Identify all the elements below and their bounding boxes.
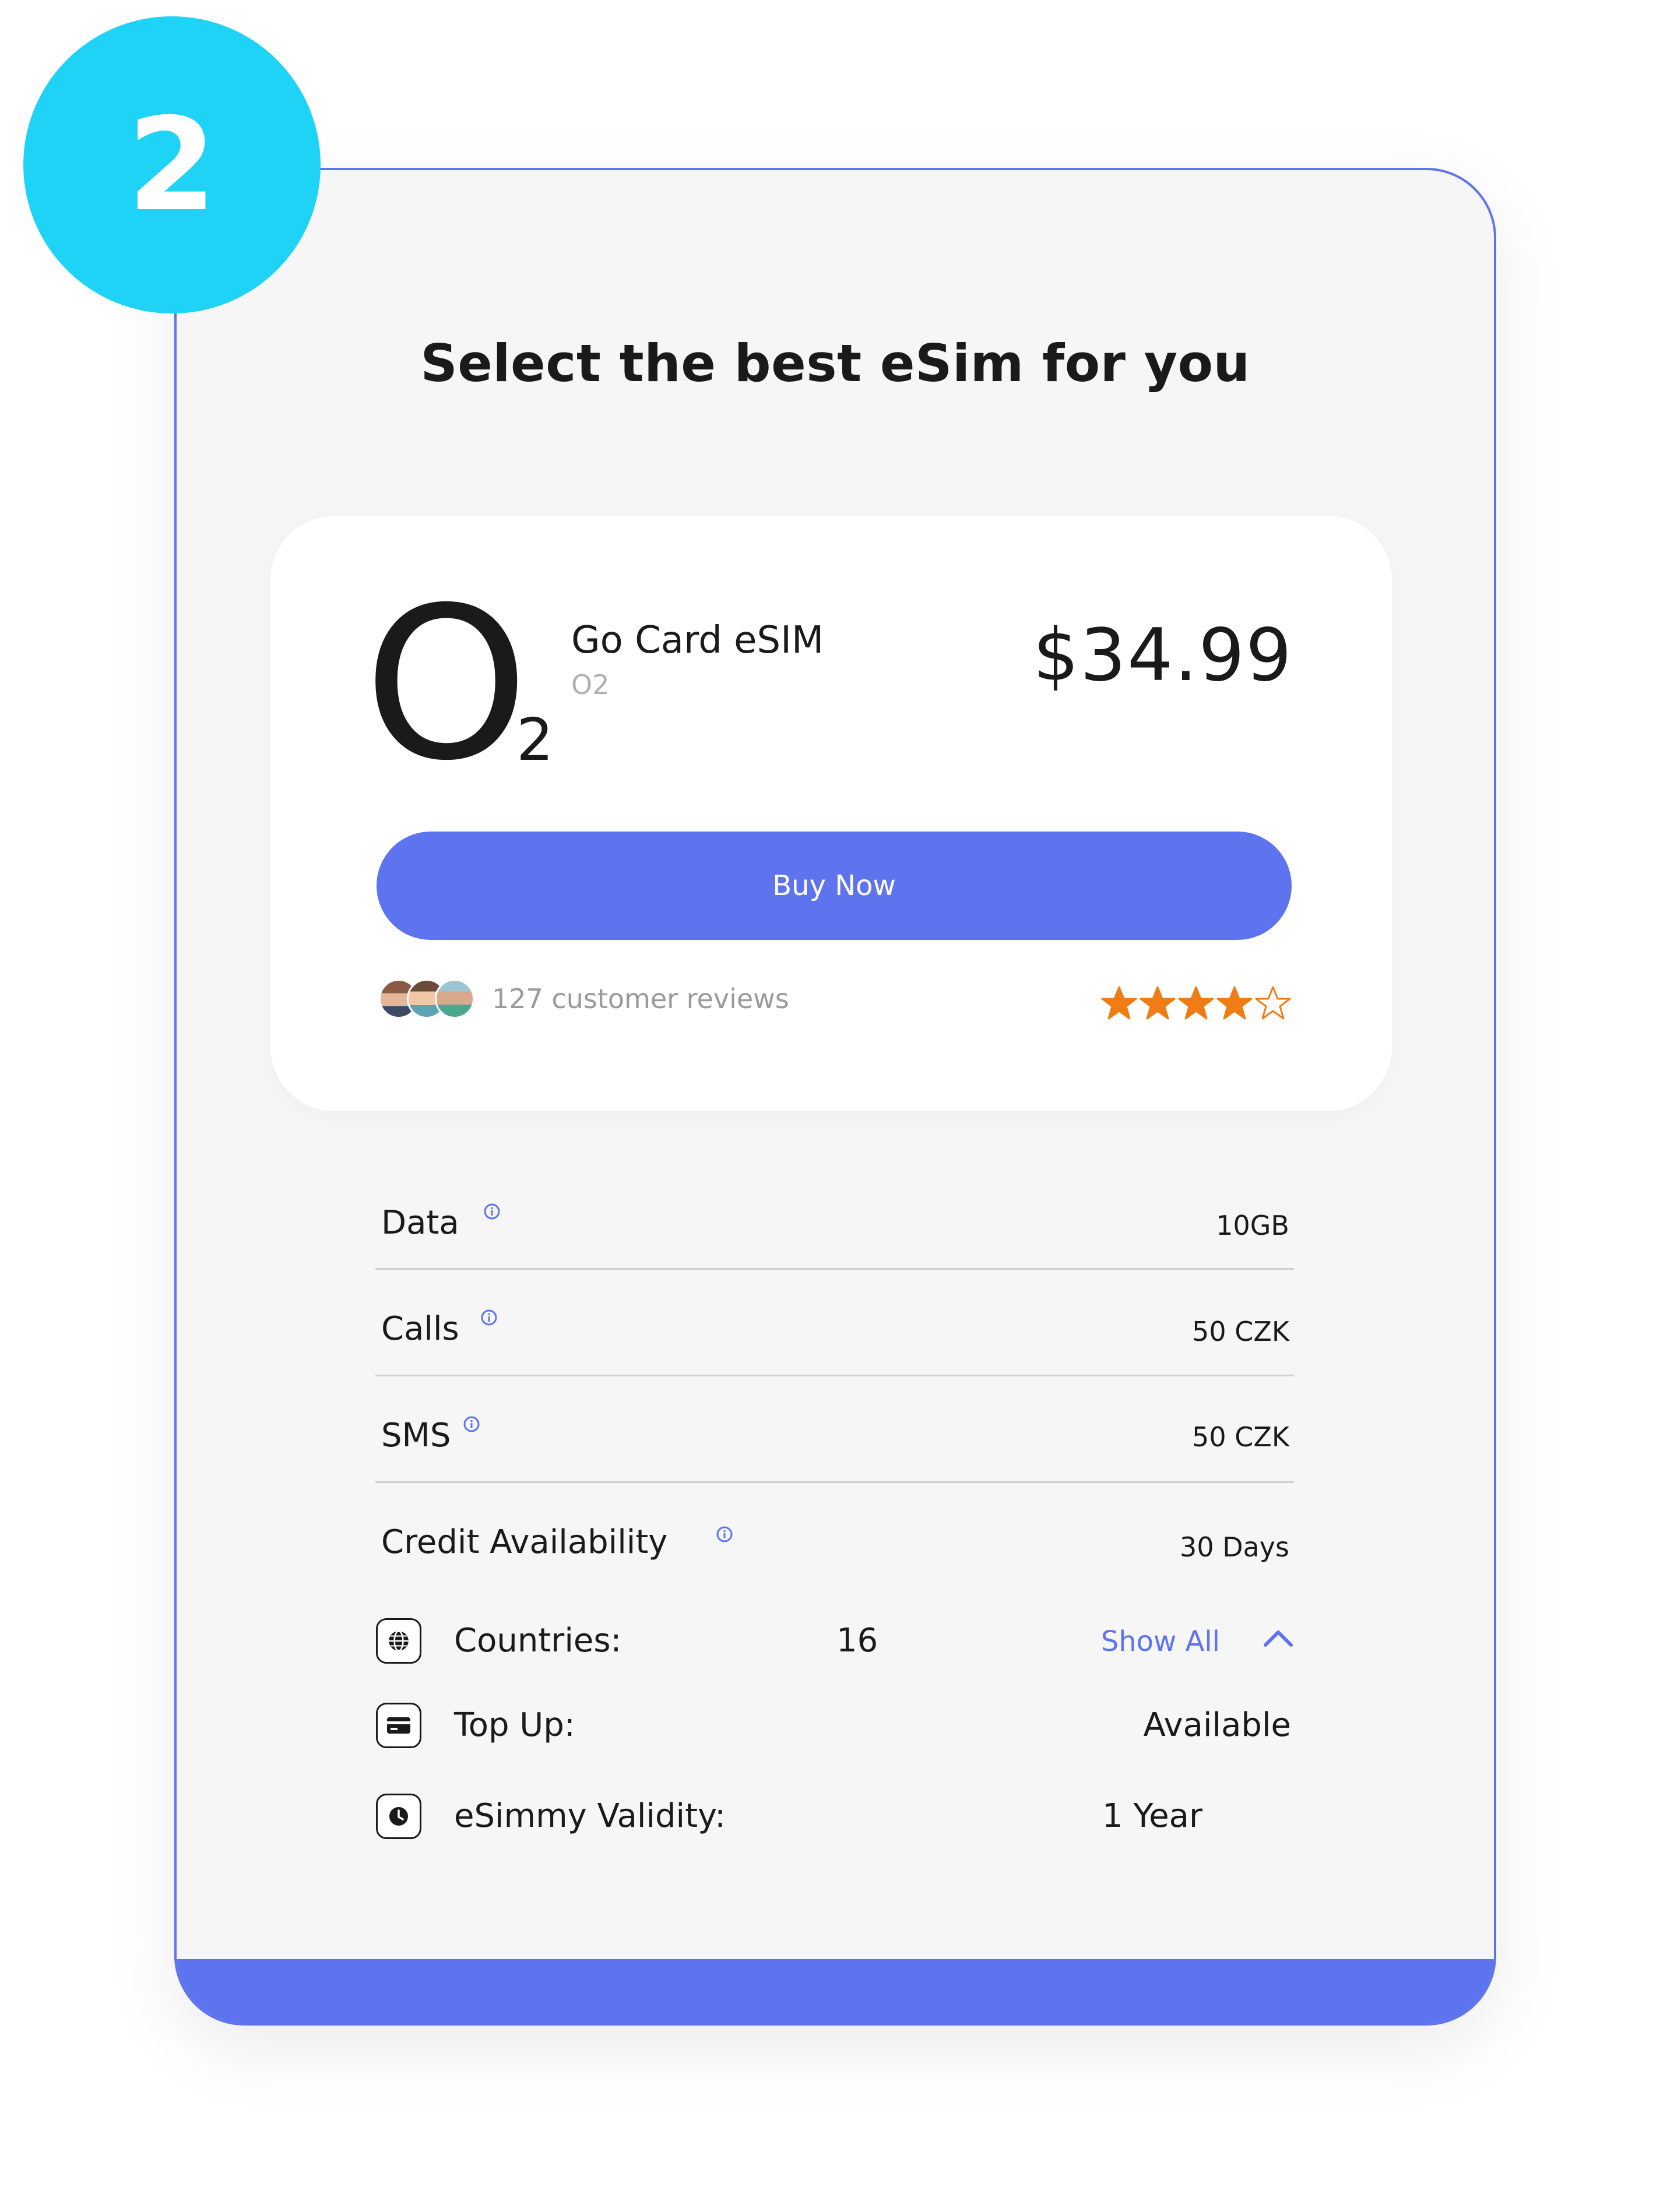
info-icon[interactable]: [463, 1415, 480, 1433]
feature-row-countries: Countries: 16 Show All: [376, 1618, 1295, 1676]
step-badge: 2: [23, 16, 321, 314]
carrier-logo: O 2: [364, 580, 574, 790]
star-filled-icon: [1216, 986, 1253, 1020]
esim-selection-panel: Select the best eSim for you O 2 Go Card…: [174, 168, 1496, 2026]
globe-icon: [376, 1618, 421, 1664]
buy-now-button[interactable]: Buy Now: [377, 832, 1292, 940]
plan-name: Go Card eSIM: [571, 619, 824, 662]
panel-footer-bar: [177, 1959, 1494, 2023]
info-icon[interactable]: [483, 1203, 501, 1220]
countries-count: 16: [836, 1622, 878, 1660]
carrier-logo-subscript: 2: [516, 706, 554, 774]
avatar: [435, 979, 474, 1019]
rating-stars: [1100, 985, 1292, 1022]
info-icon[interactable]: [480, 1309, 498, 1326]
clock-icon: [376, 1794, 421, 1839]
spec-row-data: Data 10GB: [375, 1181, 1294, 1270]
spec-label: SMS: [381, 1417, 451, 1454]
plan-price: $34.99: [1033, 614, 1293, 698]
spec-row-sms: SMS 50 CZK: [375, 1375, 1294, 1483]
reviews-count: 127 customer reviews: [492, 983, 789, 1015]
carrier-logo-letter: O: [364, 562, 529, 806]
spec-value: 50 CZK: [1192, 1421, 1289, 1453]
offer-card: O 2 Go Card eSIM O2 $34.99 Buy Now 127 c…: [270, 516, 1392, 1111]
feature-row-validity: eSimmy Validity: 1 Year: [376, 1794, 1295, 1852]
chevron-up-icon[interactable]: [1262, 1626, 1295, 1650]
reviewer-avatars: [379, 979, 484, 1019]
spec-label: Credit Availability: [381, 1523, 668, 1561]
validity-label: eSimmy Validity:: [454, 1797, 726, 1835]
spec-label: Calls: [381, 1310, 459, 1348]
star-empty-icon: [1255, 986, 1291, 1020]
spec-value: 10GB: [1216, 1210, 1289, 1241]
spec-row-credit-availability: Credit Availability 30 Days: [375, 1481, 1294, 1575]
page-title: Select the best eSim for you: [420, 333, 1250, 393]
star-filled-icon: [1140, 986, 1176, 1020]
star-filled-icon: [1178, 986, 1214, 1020]
step-number: 2: [127, 90, 217, 239]
spec-value: 30 Days: [1180, 1531, 1289, 1563]
spec-value: 50 CZK: [1192, 1316, 1289, 1347]
spec-label: Data: [381, 1204, 459, 1242]
countries-label: Countries:: [454, 1622, 622, 1660]
top-up-value: Available: [1143, 1706, 1291, 1744]
plan-provider: O2: [571, 669, 610, 700]
validity-value: 1 Year: [1102, 1797, 1202, 1835]
spec-row-calls: Calls 50 CZK: [375, 1268, 1294, 1376]
credit-card-icon: [376, 1703, 421, 1748]
feature-row-top-up: Top Up: Available: [376, 1703, 1295, 1761]
info-icon[interactable]: [716, 1526, 733, 1543]
top-up-label: Top Up:: [454, 1706, 575, 1744]
star-filled-icon: [1101, 986, 1137, 1020]
show-all-countries-link[interactable]: Show All: [1101, 1625, 1220, 1658]
